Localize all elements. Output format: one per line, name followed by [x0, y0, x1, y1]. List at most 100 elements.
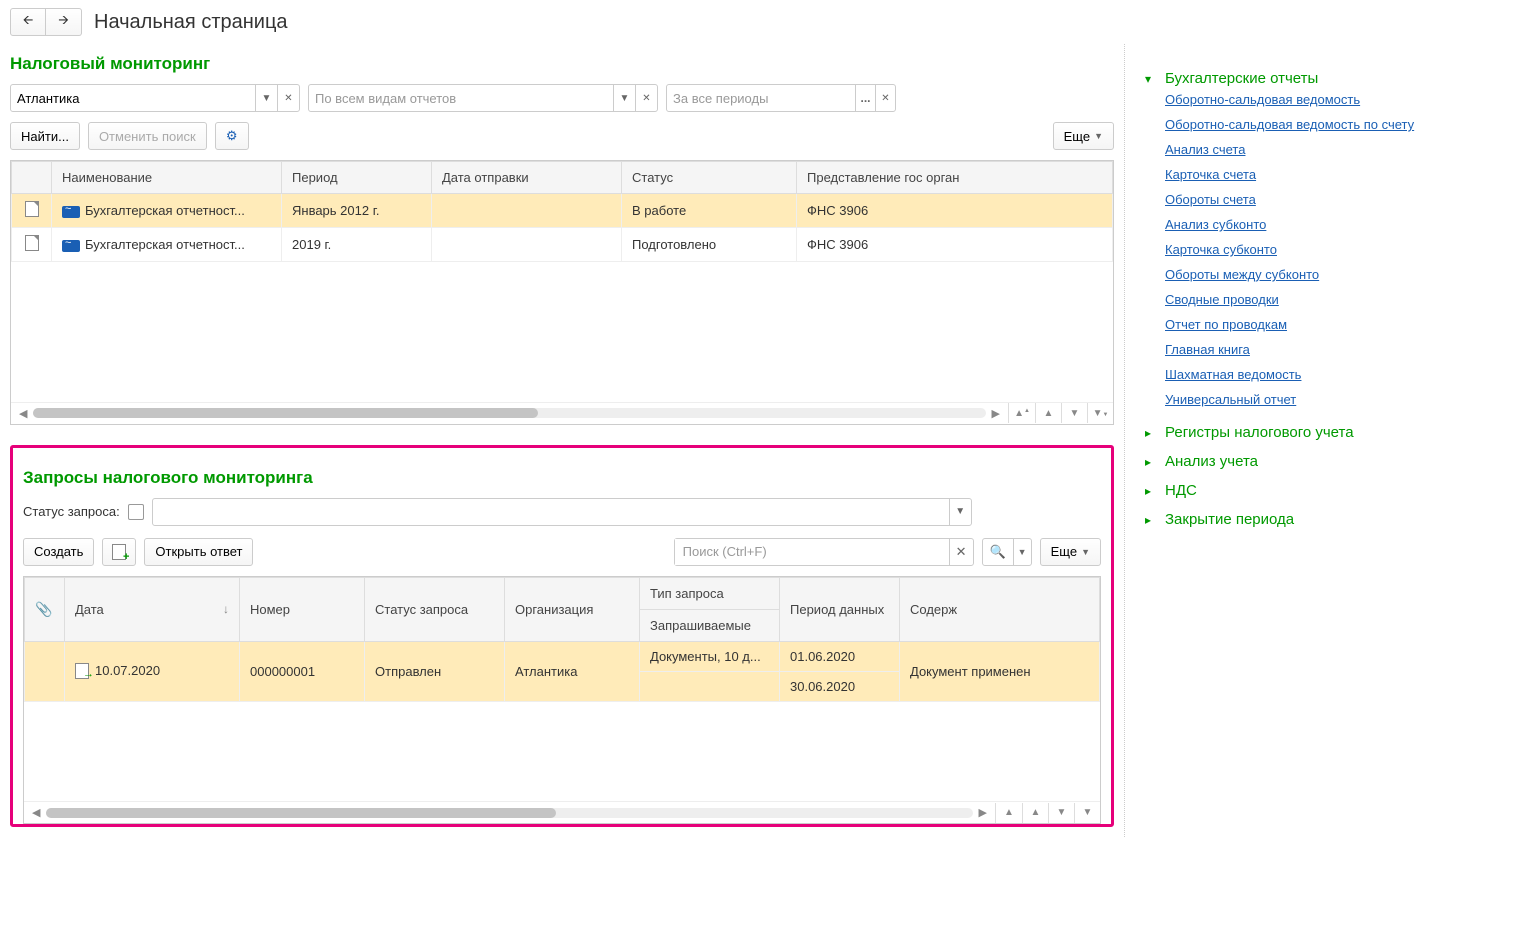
tree-link[interactable]: Обороты между субконто — [1145, 262, 1514, 287]
filter-periods-input[interactable] — [667, 85, 855, 111]
filter-org-dropdown[interactable]: ▼ — [255, 85, 277, 111]
more-button[interactable]: Еще ▼ — [1053, 122, 1114, 150]
col-status[interactable]: Статус — [622, 162, 797, 194]
tree-link[interactable]: Обороты счета — [1145, 187, 1514, 212]
tree-link[interactable]: Универсальный отчет — [1145, 387, 1514, 412]
cancel-search-button[interactable]: Отменить поиск — [88, 122, 207, 150]
tax-monitoring-title: Налоговый мониторинг — [10, 54, 1114, 74]
tree-link[interactable]: Отчет по проводкам — [1145, 312, 1514, 337]
tree-group-closing[interactable]: ▸ Закрытие периода — [1145, 511, 1514, 528]
tree-link[interactable]: Оборотно-сальдовая ведомость — [1145, 87, 1514, 112]
col-sent[interactable]: Дата отправки — [432, 162, 622, 194]
page-title: Начальная страница — [94, 11, 288, 34]
col-req-org[interactable]: Организация — [505, 577, 640, 641]
nav-back-button[interactable]: 🡨 — [10, 8, 46, 36]
report-type-icon — [62, 206, 80, 218]
chevron-down-icon: ▾ — [1145, 72, 1157, 86]
col-number[interactable]: Номер — [240, 577, 365, 641]
status-combo-dropdown[interactable]: ▼ — [949, 499, 971, 525]
table-row[interactable]: Бухгалтерская отчетност... 2019 г. Подго… — [12, 228, 1113, 262]
caret-down-icon: ▼ — [1018, 547, 1027, 557]
filter-org-clear[interactable]: ✕ — [277, 85, 299, 111]
caret-down-icon: ▼ — [1094, 131, 1103, 141]
hscroll-left[interactable]: ◀ — [17, 407, 29, 420]
find-button[interactable]: Найти... — [10, 122, 80, 150]
chevron-right-icon: ▸ — [1145, 513, 1157, 527]
tree-group-vat[interactable]: ▸ НДС — [1145, 482, 1514, 499]
hscroll-track[interactable] — [33, 408, 985, 418]
search-input[interactable] — [675, 539, 949, 565]
caret-down-icon: ▼ — [1081, 547, 1090, 557]
document-icon — [25, 235, 39, 251]
gear-icon: ⚙ — [226, 128, 238, 144]
sidebar: ▾ Бухгалтерские отчеты Оборотно-сальдова… — [1124, 44, 1534, 837]
tree-group-tax-registers[interactable]: ▸ Регистры налогового учета — [1145, 424, 1514, 441]
col-attach[interactable]: 📎 — [25, 577, 65, 641]
table-row[interactable]: Бухгалтерская отчетност... Январь 2012 г… — [12, 194, 1113, 228]
filter-reports-input[interactable] — [309, 85, 613, 111]
col-req-status[interactable]: Статус запроса — [365, 577, 505, 641]
tree-link[interactable]: Шахматная ведомость — [1145, 362, 1514, 387]
filter-periods-clear[interactable]: ✕ — [875, 85, 895, 111]
tree-link[interactable]: Карточка субконто — [1145, 237, 1514, 262]
tree-link[interactable]: Анализ субконто — [1145, 212, 1514, 237]
sent-doc-icon — [75, 663, 89, 679]
paperclip-icon: 📎 — [35, 601, 52, 617]
open-answer-button[interactable]: Открыть ответ — [144, 538, 253, 566]
settings-button[interactable]: ⚙ — [215, 122, 249, 150]
tree-link[interactable]: Карточка счета — [1145, 162, 1514, 187]
col-date[interactable]: Дата↓ — [65, 577, 240, 641]
tree-link[interactable]: Оборотно-сальдовая ведомость по счету — [1145, 112, 1514, 137]
nav-forward-button[interactable]: 🡪 — [46, 8, 82, 36]
chevron-right-icon: ▸ — [1145, 426, 1157, 440]
table-row[interactable]: 10.07.2020 000000001 Отправлен Атлантика… — [25, 641, 1100, 671]
more-button-2[interactable]: Еще ▼ — [1040, 538, 1101, 566]
col-period[interactable]: Период — [282, 162, 432, 194]
requests-table: 📎 Дата↓ Номер Статус запроса Организация… — [23, 576, 1101, 825]
page-down-2[interactable]: ▼ — [1048, 803, 1074, 823]
page-down[interactable]: ▼ — [1061, 403, 1087, 423]
hscroll-track-2[interactable] — [46, 808, 972, 818]
filter-reports-dropdown[interactable]: ▼ — [613, 85, 635, 111]
tree-link[interactable]: Анализ счета — [1145, 137, 1514, 162]
page-up-2[interactable]: ▲ — [1022, 803, 1048, 823]
filter-reports-clear[interactable]: ✕ — [635, 85, 657, 111]
hscroll-right[interactable]: ▶ — [990, 407, 1002, 420]
page-first-2[interactable]: ▲ — [996, 803, 1022, 823]
status-checkbox[interactable] — [128, 504, 144, 520]
tree-group-analysis[interactable]: ▸ Анализ учета — [1145, 453, 1514, 470]
create-button[interactable]: Создать — [23, 538, 94, 566]
page-last[interactable]: ▼▼ — [1087, 403, 1113, 423]
page-first[interactable]: ▲▲ — [1009, 403, 1035, 423]
hscroll-left-2[interactable]: ◀ — [30, 806, 42, 819]
sort-desc-icon: ↓ — [223, 602, 229, 616]
chevron-right-icon: ▸ — [1145, 484, 1157, 498]
search-clear[interactable]: ✕ — [949, 539, 973, 565]
filter-org-input[interactable] — [11, 85, 255, 111]
tree-link[interactable]: Сводные проводки — [1145, 287, 1514, 312]
status-combo-input[interactable] — [153, 499, 949, 525]
col-content[interactable]: Содерж — [900, 577, 1100, 641]
filter-periods-pick[interactable]: ... — [855, 85, 875, 111]
col-name[interactable]: Наименование — [52, 162, 282, 194]
status-label: Статус запроса: — [23, 504, 120, 519]
tree-group-accounting-reports[interactable]: ▾ Бухгалтерские отчеты — [1145, 70, 1514, 87]
chevron-right-icon: ▸ — [1145, 455, 1157, 469]
col-org[interactable]: Представление гос орган — [797, 162, 1113, 194]
col-type-sub[interactable]: Запрашиваемые — [640, 609, 780, 641]
add-file-icon — [112, 544, 126, 560]
document-icon — [25, 201, 39, 217]
advanced-search-button[interactable]: 🔍 ▼ — [982, 538, 1032, 566]
page-up[interactable]: ▲ — [1035, 403, 1061, 423]
arrow-left-icon: 🡨 — [23, 11, 34, 33]
arrow-right-icon: 🡪 — [58, 11, 69, 33]
report-type-icon — [62, 240, 80, 252]
col-data-period[interactable]: Период данных — [780, 577, 900, 641]
col-type[interactable]: Тип запроса — [640, 577, 780, 609]
create-from-file-button[interactable] — [102, 538, 136, 566]
tree-link[interactable]: Главная книга — [1145, 337, 1514, 362]
col-icon[interactable] — [12, 162, 52, 194]
requests-panel: Запросы налогового мониторинга Статус за… — [10, 445, 1114, 828]
hscroll-right-2[interactable]: ▶ — [977, 806, 989, 819]
page-last-2[interactable]: ▼ — [1074, 803, 1100, 823]
